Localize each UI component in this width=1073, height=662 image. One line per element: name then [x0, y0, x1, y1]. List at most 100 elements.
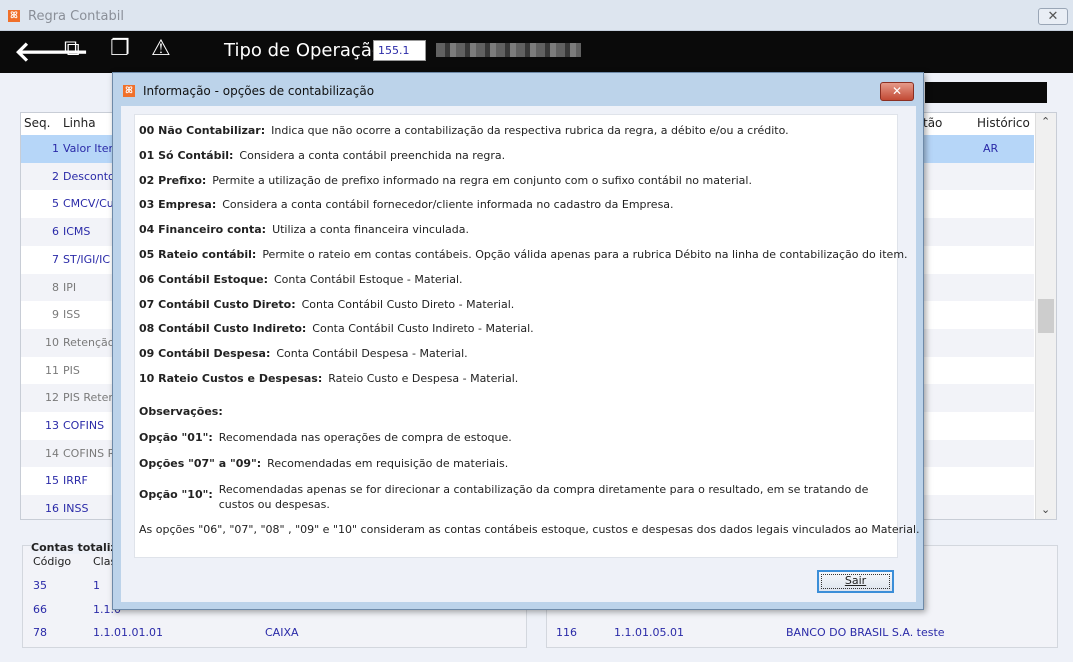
totals-group-title: Contas totaliz [31, 541, 117, 554]
observation-text: Recomendadas em requisição de materiais. [267, 457, 508, 470]
row-seq: 1 [52, 142, 59, 155]
warning-icon[interactable]: ⚠ [151, 36, 171, 61]
copy-icon[interactable]: ❐ [110, 36, 130, 61]
row-seq: 10 [45, 335, 59, 349]
observation-text-line: Recomendadas em requisição de materiais. [267, 457, 509, 470]
observation-text: Recomendadas apenas se for direcionar a … [219, 483, 869, 511]
export-icon[interactable]: ⧉ [64, 36, 80, 61]
scrollbar-thumb[interactable] [1038, 299, 1054, 333]
observacoes-title: Observações: [139, 405, 223, 418]
total-clas: 1.1.01.01.01 [93, 626, 163, 639]
column-header-codigo: Código [33, 555, 72, 568]
option-label: 00 Não Contabilizar: [139, 124, 266, 137]
observation-text: Recomendada nas operações de compra de e… [219, 431, 512, 444]
option-label: 06 Contábil Estoque: [139, 272, 268, 286]
row-seq: 6 [52, 225, 59, 239]
scroll-down-icon[interactable]: ⌄ [1041, 503, 1050, 516]
row-linha: CMCV/Cu [63, 197, 114, 211]
row-linha: PIS Reter [63, 391, 113, 405]
option-text: Utiliza a conta financeira vinculada. [272, 223, 469, 237]
observation-line: Opção "01": Recomendada nas operações de … [139, 431, 512, 444]
row-seq: 9 [52, 308, 59, 322]
row-seq: 7 [52, 252, 59, 266]
row-seq: 5 [52, 197, 59, 211]
row-linha: IRRF [63, 474, 88, 488]
row-linha: Retenção [63, 335, 115, 349]
total-codigo: 116 [556, 626, 577, 639]
option-label: 08 Contábil Custo Indireto: [139, 322, 307, 336]
app-logo-icon: ꕤ [8, 10, 20, 22]
row-linha: INSS [63, 502, 89, 516]
window-title: Regra Contabil [28, 9, 124, 24]
column-header-linha[interactable]: Linha [63, 113, 96, 135]
row-linha: Desconto [63, 169, 115, 183]
row-linha: IPI [63, 280, 77, 294]
total-codigo: 35 [33, 579, 47, 592]
total-codigo: 66 [33, 602, 47, 616]
option-line: 10 Rateio Custos e Despesas: Rateio Custo… [139, 372, 518, 385]
row-seq: 13 [45, 419, 59, 432]
info-dialog: ꕤ Informação - opções de contabilização … [112, 72, 924, 610]
tipo-operacao-label: Tipo de Operação [224, 40, 383, 61]
option-label: 07 Contábil Custo Direto: [139, 297, 296, 311]
observation-label: Opção "10": [139, 488, 213, 501]
row-seq: 11 [45, 363, 59, 377]
row-linha: ST/IGI/IC [63, 252, 111, 266]
column-header-partial[interactable]: tão [923, 113, 942, 135]
option-line: 01 Só Contábil: Considera a conta contábi… [139, 149, 505, 162]
option-line: 06 Contábil Estoque: Conta Contábil Estoq… [139, 273, 463, 286]
option-text: Permite a utilização de prefixo informad… [212, 173, 752, 187]
close-window-button[interactable]: ✕ [1038, 8, 1068, 25]
row-linha: Valor Item [63, 142, 120, 155]
row-linha: COFINS R [63, 446, 116, 460]
row-seq: 16 [45, 502, 59, 516]
row-seq: 8 [52, 280, 59, 294]
total-codigo: 78 [33, 626, 47, 639]
sair-button[interactable]: Sair [817, 570, 894, 593]
option-text: Considera a conta contábil preenchida na… [239, 148, 506, 162]
footer-note: As opções "06", "07", "08" , "09" e "10"… [139, 523, 920, 536]
app-logo-icon: ꕤ [123, 85, 135, 97]
option-label: 04 Financeiro conta: [139, 223, 267, 237]
observation-text-line: Recomendada nas operações de compra de e… [218, 431, 512, 444]
row-seq: 14 [45, 446, 59, 460]
column-header-historico[interactable]: Histórico [977, 113, 1030, 135]
row-linha: ICMS [63, 225, 91, 239]
vertical-scrollbar[interactable]: ⌃ ⌄ [1035, 113, 1056, 519]
option-label: 03 Empresa: [139, 198, 217, 212]
row-seq: 12 [45, 391, 59, 405]
observation-line: Opção "10": Recomendadas apenas se for di… [139, 483, 868, 511]
option-line: 07 Contábil Custo Direto: Conta Contábil … [139, 298, 514, 311]
option-text: Conta Contábil Estoque - Material. [273, 272, 463, 286]
dialog-body: 00 Não Contabilizar: Indica que não ocorr… [121, 106, 920, 602]
option-text: Conta Contábil Custo Direto - Material. [301, 297, 515, 311]
option-label: 05 Rateio contábil: [139, 248, 257, 261]
observation-text-line: custos ou despesas. [218, 498, 330, 511]
option-text: Conta Contábil Custo Indireto - Material… [312, 322, 534, 336]
tipo-operacao-description-redacted [436, 43, 581, 57]
total-desc: CAIXA [265, 626, 299, 639]
observation-label: Opção "01": [139, 431, 213, 444]
observation-label: Opções "07" a "09": [139, 457, 262, 470]
tipo-operacao-input[interactable]: 155.1 [373, 40, 426, 61]
row-linha: PIS [63, 363, 80, 377]
option-label: 02 Prefixo: [139, 173, 207, 187]
window-titlebar: ꕤ Regra Contabil ✕ [0, 0, 1073, 31]
option-line: 00 Não Contabilizar: Indica que não ocorr… [139, 124, 789, 137]
scroll-up-icon[interactable]: ⌃ [1041, 115, 1050, 128]
total-desc: BANCO DO BRASIL S.A. teste [786, 626, 945, 639]
info-content: 00 Não Contabilizar: Indica que não ocorr… [134, 114, 920, 558]
dialog-title: Informação - opções de contabilização [143, 84, 375, 98]
option-line: 02 Prefixo: Permite a utilização de prefi… [139, 174, 752, 187]
option-text: Permite o rateio em contas contábeis. Op… [262, 248, 908, 261]
option-line: 08 Contábil Custo Indireto: Conta Contábi… [139, 322, 534, 335]
row-linha: ISS [63, 308, 81, 322]
total-clas: 1.1.01.05.01 [614, 626, 684, 639]
close-dialog-button[interactable]: ✕ [880, 82, 914, 101]
option-text: Considera a conta contábil fornecedor/cl… [222, 198, 674, 212]
option-line: 05 Rateio contábil: Permite o rateio em c… [139, 248, 908, 261]
option-label: 01 Só Contábil: [139, 148, 234, 162]
option-text: Rateio Custo e Despesa - Material. [328, 372, 519, 385]
observation-line: Opções "07" a "09": Recomendadas em requi… [139, 457, 508, 470]
column-header-seq[interactable]: Seq. [24, 113, 50, 135]
